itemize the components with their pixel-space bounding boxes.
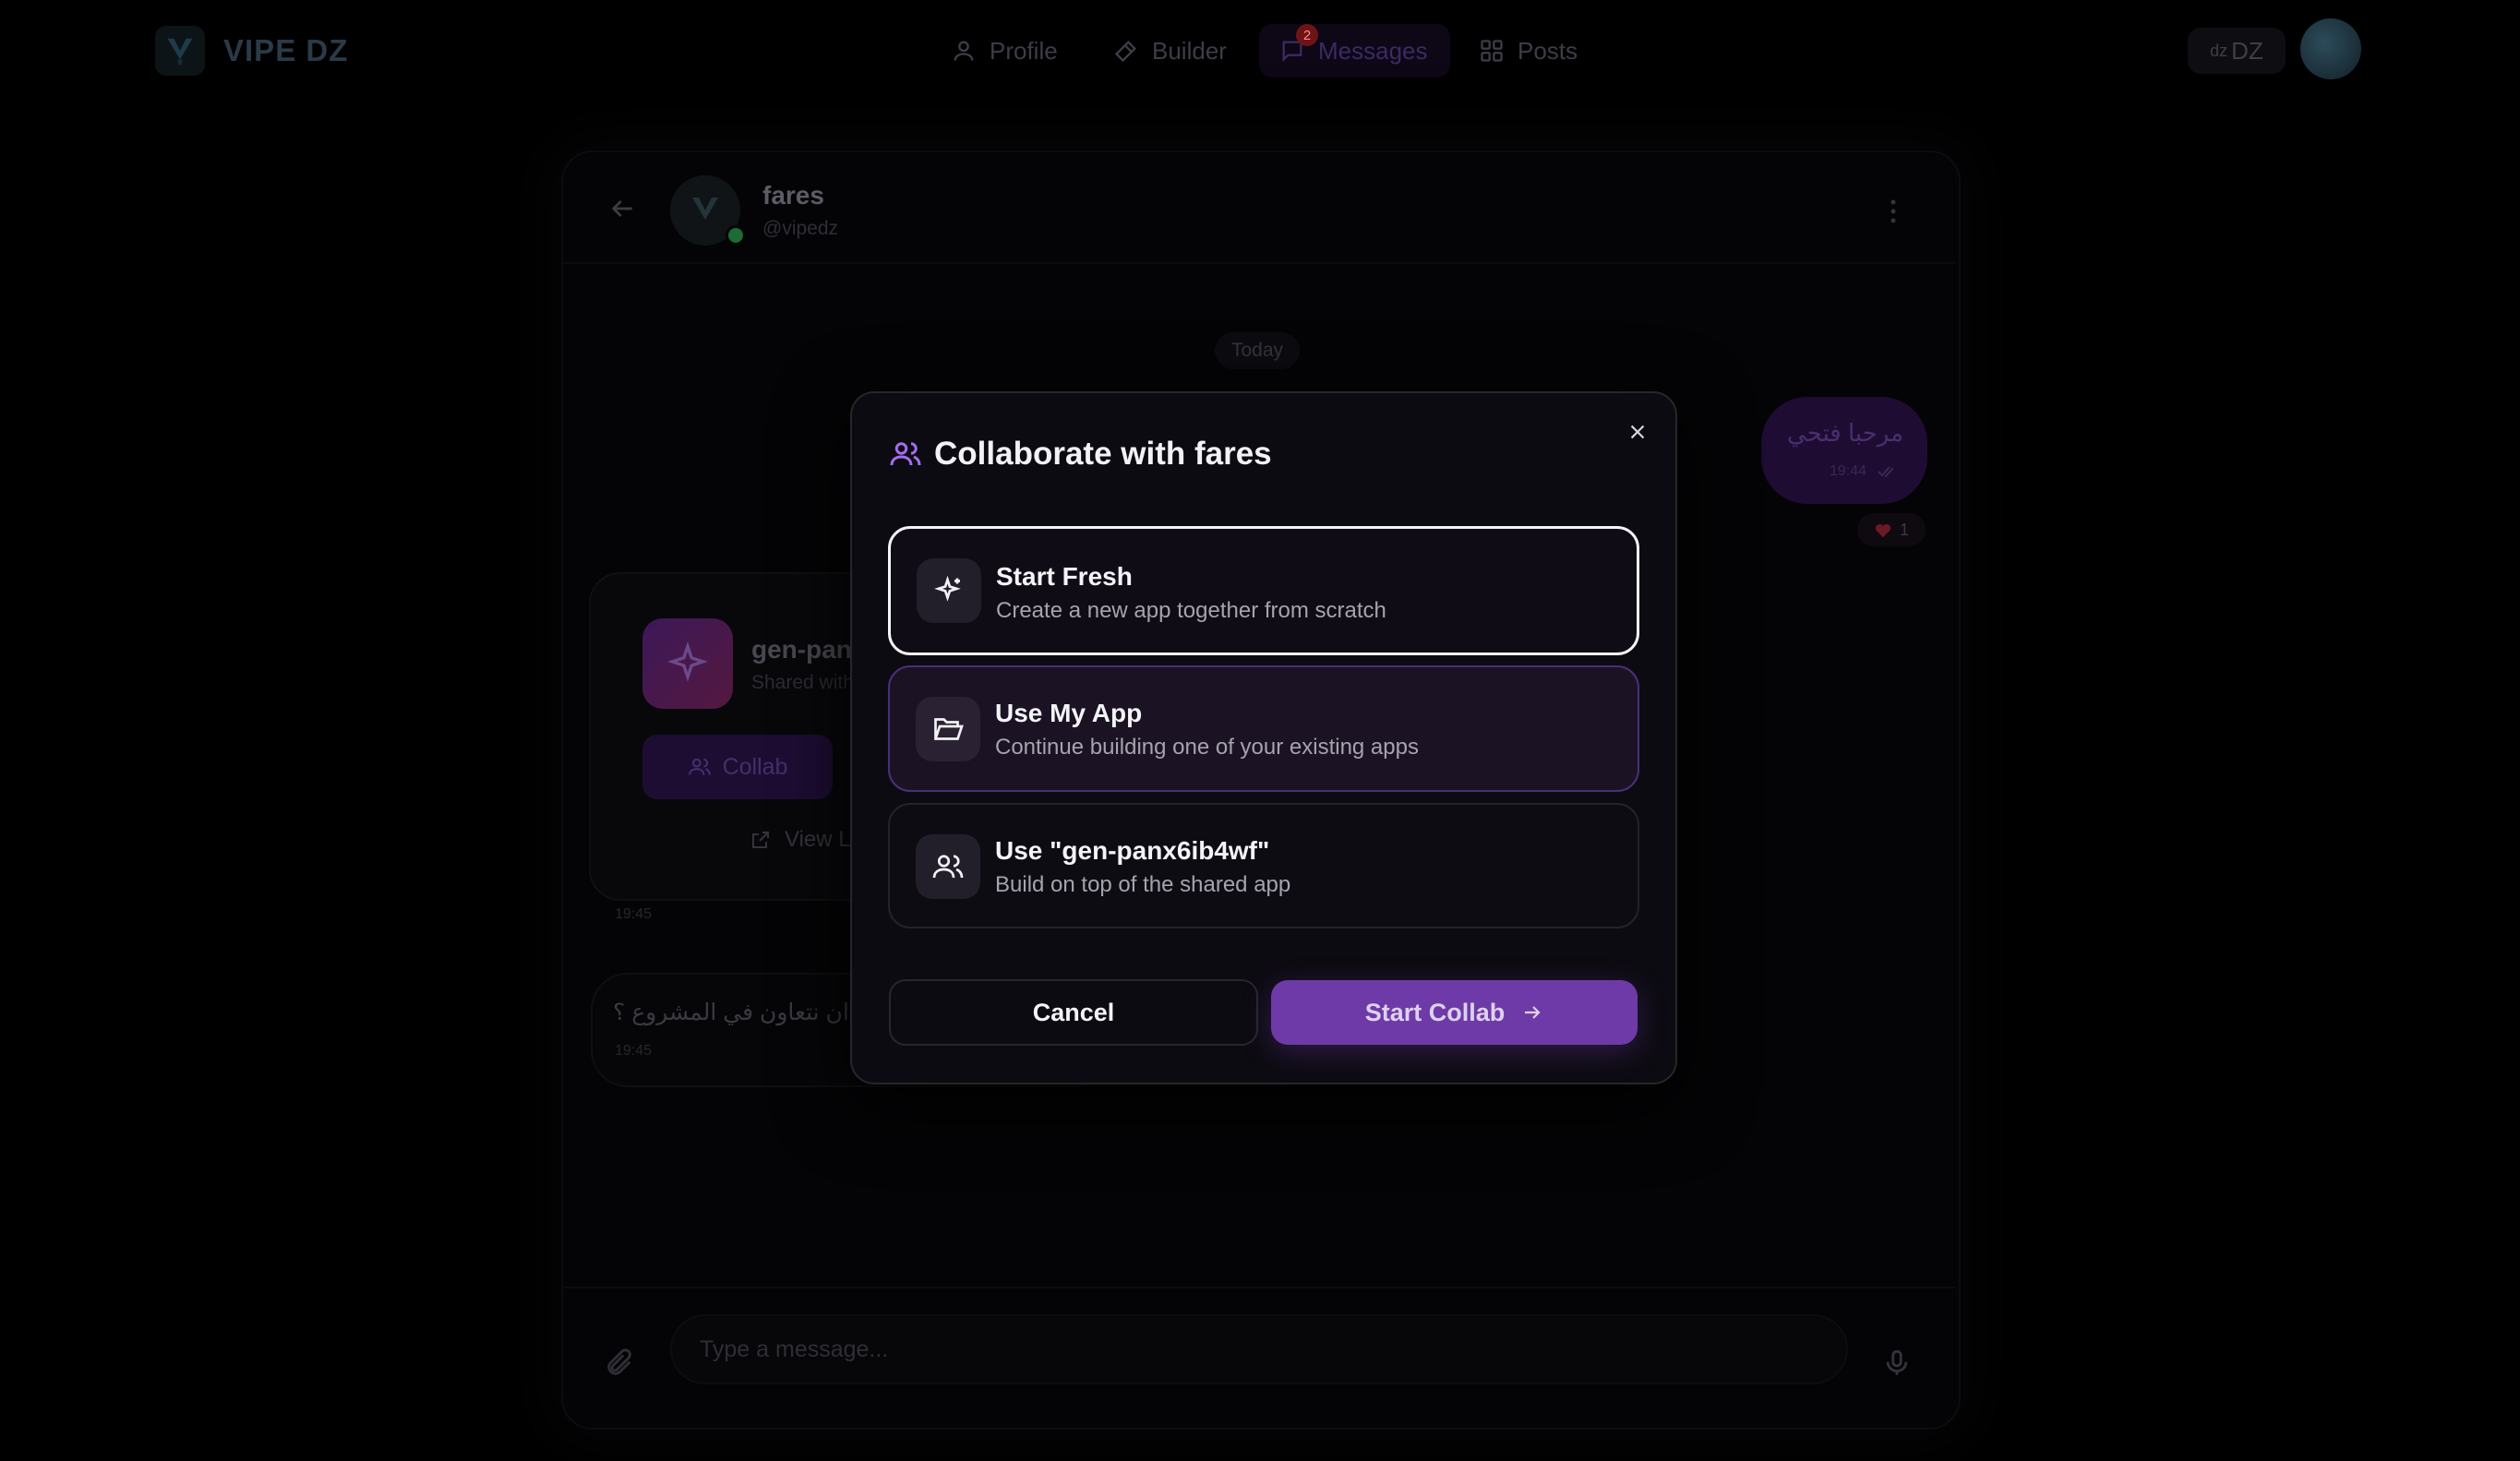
modal-title: Collaborate with fares	[934, 436, 1272, 472]
close-icon	[1630, 425, 1645, 439]
nav-profile-label: Profile	[990, 36, 1058, 65]
nav-builder[interactable]: Builder	[1113, 30, 1227, 72]
collab-button-label: Collab	[722, 753, 788, 780]
cancel-button[interactable]: Cancel	[889, 979, 1258, 1046]
shared-app-icon	[642, 618, 733, 709]
user-icon	[954, 41, 974, 61]
sparkles-icon	[934, 575, 961, 602]
nav-posts-label: Posts	[1518, 36, 1578, 65]
heart-icon	[1875, 523, 1891, 538]
hammer-icon	[1114, 41, 1136, 63]
message-input[interactable]: Type a message...	[670, 1314, 1848, 1384]
view-link-label: View L	[785, 827, 851, 852]
user-avatar[interactable]	[2300, 18, 2361, 79]
language-switcher[interactable]: dz DZ	[2188, 28, 2286, 74]
flag-text: dz	[2210, 41, 2228, 60]
back-arrow-icon[interactable]	[607, 194, 637, 223]
users-icon	[688, 758, 711, 775]
shared-app-title: gen-pan	[751, 635, 852, 664]
option-use-shared-app[interactable]: Use "gen-panx6ib4wf" Build on top of the…	[888, 803, 1639, 928]
option-title: Start Fresh	[996, 562, 1133, 591]
nav-builder-label: Builder	[1152, 36, 1227, 65]
arrow-right-icon	[1525, 1006, 1541, 1019]
more-options-icon[interactable]	[1889, 198, 1898, 225]
heart-reaction[interactable]: 1	[1857, 513, 1926, 546]
top-navbar: VIPE DZ Profile Builder Messages 2 Posts…	[0, 0, 2520, 102]
option-description: Build on top of the shared app	[995, 872, 1291, 897]
shared-app-subtitle: Shared with	[751, 672, 854, 693]
start-collab-label: Start Collab	[1364, 998, 1506, 1026]
collab-button[interactable]: Collab	[642, 735, 833, 799]
read-check-icon	[1877, 466, 1894, 478]
incoming-message-text: ان نتعاون في المشروع ؟	[613, 1000, 849, 1025]
external-link-icon	[752, 832, 769, 848]
option-description: Create a new app together from scratch	[996, 598, 1386, 623]
outgoing-message-time: 19:44	[1830, 463, 1897, 480]
language-code: DZ	[2231, 36, 2263, 65]
start-collab-button[interactable]: Start Collab	[1271, 980, 1638, 1045]
logo-icon	[692, 198, 718, 220]
chat-contact-handle: @vipedz	[762, 218, 839, 239]
brand-name[interactable]: VIPE DZ	[223, 30, 348, 72]
microphone-icon[interactable]	[1881, 1347, 1913, 1379]
shared-app-time: 19:45	[615, 906, 653, 922]
users-icon	[932, 855, 964, 879]
option-use-my-app[interactable]: Use My App Continue building one of your…	[888, 665, 1639, 792]
outgoing-time-text: 19:44	[1830, 463, 1867, 479]
brand-logo[interactable]	[155, 26, 205, 76]
option-icon-box	[916, 834, 980, 899]
incoming-message-time: 19:45	[615, 1043, 653, 1059]
chat-contact-name: fares	[762, 181, 824, 210]
option-description: Continue building one of your existing a…	[995, 735, 1419, 760]
option-icon-box	[917, 558, 981, 623]
nav-profile[interactable]: Profile	[951, 30, 1058, 72]
nav-messages[interactable]: Messages	[1259, 24, 1450, 78]
unread-badge: 2	[1296, 24, 1318, 46]
logo-icon	[167, 38, 193, 66]
grid-icon	[1481, 40, 1503, 62]
outgoing-message-bubble[interactable]	[1761, 397, 1927, 504]
option-start-fresh[interactable]: Start Fresh Create a new app together fr…	[888, 526, 1639, 655]
nav-messages-label: Messages	[1318, 36, 1428, 65]
close-modal-button[interactable]	[1623, 417, 1652, 447]
option-icon-box	[916, 697, 980, 761]
option-title: Use My App	[995, 699, 1143, 727]
nav-posts[interactable]: Posts	[1479, 30, 1578, 72]
paperclip-icon[interactable]	[604, 1347, 635, 1379]
online-indicator	[726, 225, 746, 245]
date-divider: Today	[1215, 332, 1300, 369]
outgoing-message-text: مرحبا فتحي	[1787, 419, 1904, 447]
view-link[interactable]: View L	[750, 827, 851, 853]
users-icon	[890, 442, 921, 466]
reaction-count: 1	[1899, 520, 1909, 539]
sparkles-icon	[667, 641, 708, 682]
option-title: Use "gen-panx6ib4wf"	[995, 836, 1270, 865]
folder-open-icon	[934, 718, 964, 740]
